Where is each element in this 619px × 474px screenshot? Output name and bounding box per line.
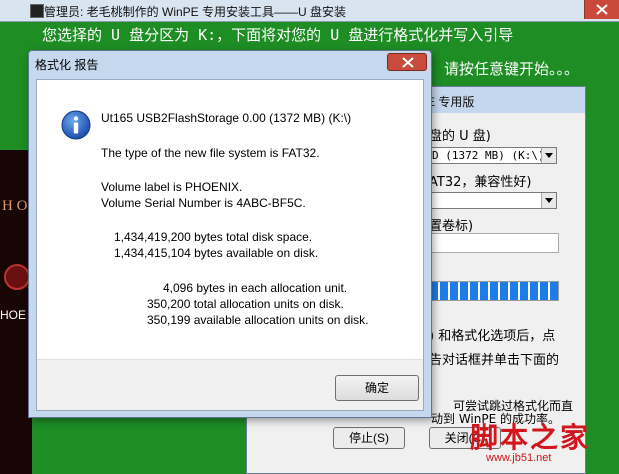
console-app-icon [30, 4, 44, 18]
report-content: Ut165 USB2FlashStorage 0.00 (1372 MB) (K… [36, 79, 424, 411]
report-close-button[interactable] [387, 53, 427, 71]
info-icon [61, 110, 91, 140]
hint-line-1: ) 和格式化选项后，点 [429, 329, 556, 344]
available-units-line: 350,199 available allocation units on di… [147, 313, 369, 327]
filesystem-select[interactable] [429, 192, 557, 209]
watermark-text: 脚本之家 [470, 421, 591, 454]
volume-label-caption: 置卷标) [429, 219, 474, 234]
filesystem-label: AT32，兼容性好) [429, 175, 532, 190]
logo-fragment: H O [2, 198, 28, 214]
close-icon [596, 4, 608, 15]
emblem-icon [4, 264, 30, 290]
total-units-line: 350,200 total allocation units on disk. [147, 297, 344, 311]
total-space-line: 1,434,419,200 bytes total disk space. [114, 230, 313, 244]
console-title: 管理员: 老毛桃制作的 WinPE 专用安装工具——U 盘安装 [44, 5, 347, 19]
chevron-down-icon [541, 193, 556, 208]
disk-select-value: D (1372 MB) (K:\) [432, 149, 545, 162]
report-title: 格式化 报告 [35, 58, 99, 72]
ok-button[interactable]: 确定 [335, 375, 419, 401]
watermark-url: www.jb51.net [486, 452, 552, 464]
console-line-2: 请按任意键开始。。。 [444, 60, 580, 78]
stop-button[interactable]: 停止(S) [333, 427, 405, 449]
available-space-line: 1,434,415,104 bytes available on disk. [114, 246, 319, 260]
device-line: Ut165 USB2FlashStorage 0.00 (1372 MB) (K… [101, 111, 352, 125]
report-footer: 确定 [37, 359, 423, 410]
console-close-button[interactable] [584, 0, 619, 19]
select-disk-label: 盘的 U 盘) [429, 129, 491, 144]
installer-title: E 专用版 [427, 95, 475, 109]
disk-select[interactable]: D (1372 MB) (K:\) [429, 147, 557, 164]
chevron-down-icon [541, 148, 556, 163]
console-titlebar: 管理员: 老毛桃制作的 WinPE 专用安装工具——U 盘安装 [0, 0, 619, 22]
volume-label-input[interactable] [429, 233, 559, 253]
volume-label-line: Volume label is PHOENIX. [101, 180, 243, 194]
console-line-1: 您选择的 U 盘分区为 K:，下面将对您的 U 盘进行格式化并写入引导 [42, 26, 514, 44]
allocation-unit-line: 4,096 bytes in each allocation unit. [163, 281, 348, 295]
filesystem-line: The type of the new file system is FAT32… [101, 146, 320, 160]
format-report-dialog: 格式化 报告 Ut165 USB2FlashStorage 0.00 (1372… [28, 50, 432, 418]
serial-line: Volume Serial Number is 4ABC-BF5C. [101, 196, 306, 210]
progress-fill [430, 282, 558, 300]
hoe-text: HOE [0, 308, 27, 322]
hint-line-2: 告对话框并单击下面的 [429, 353, 560, 368]
format-progress-bar [429, 281, 559, 301]
close-icon [402, 57, 414, 68]
